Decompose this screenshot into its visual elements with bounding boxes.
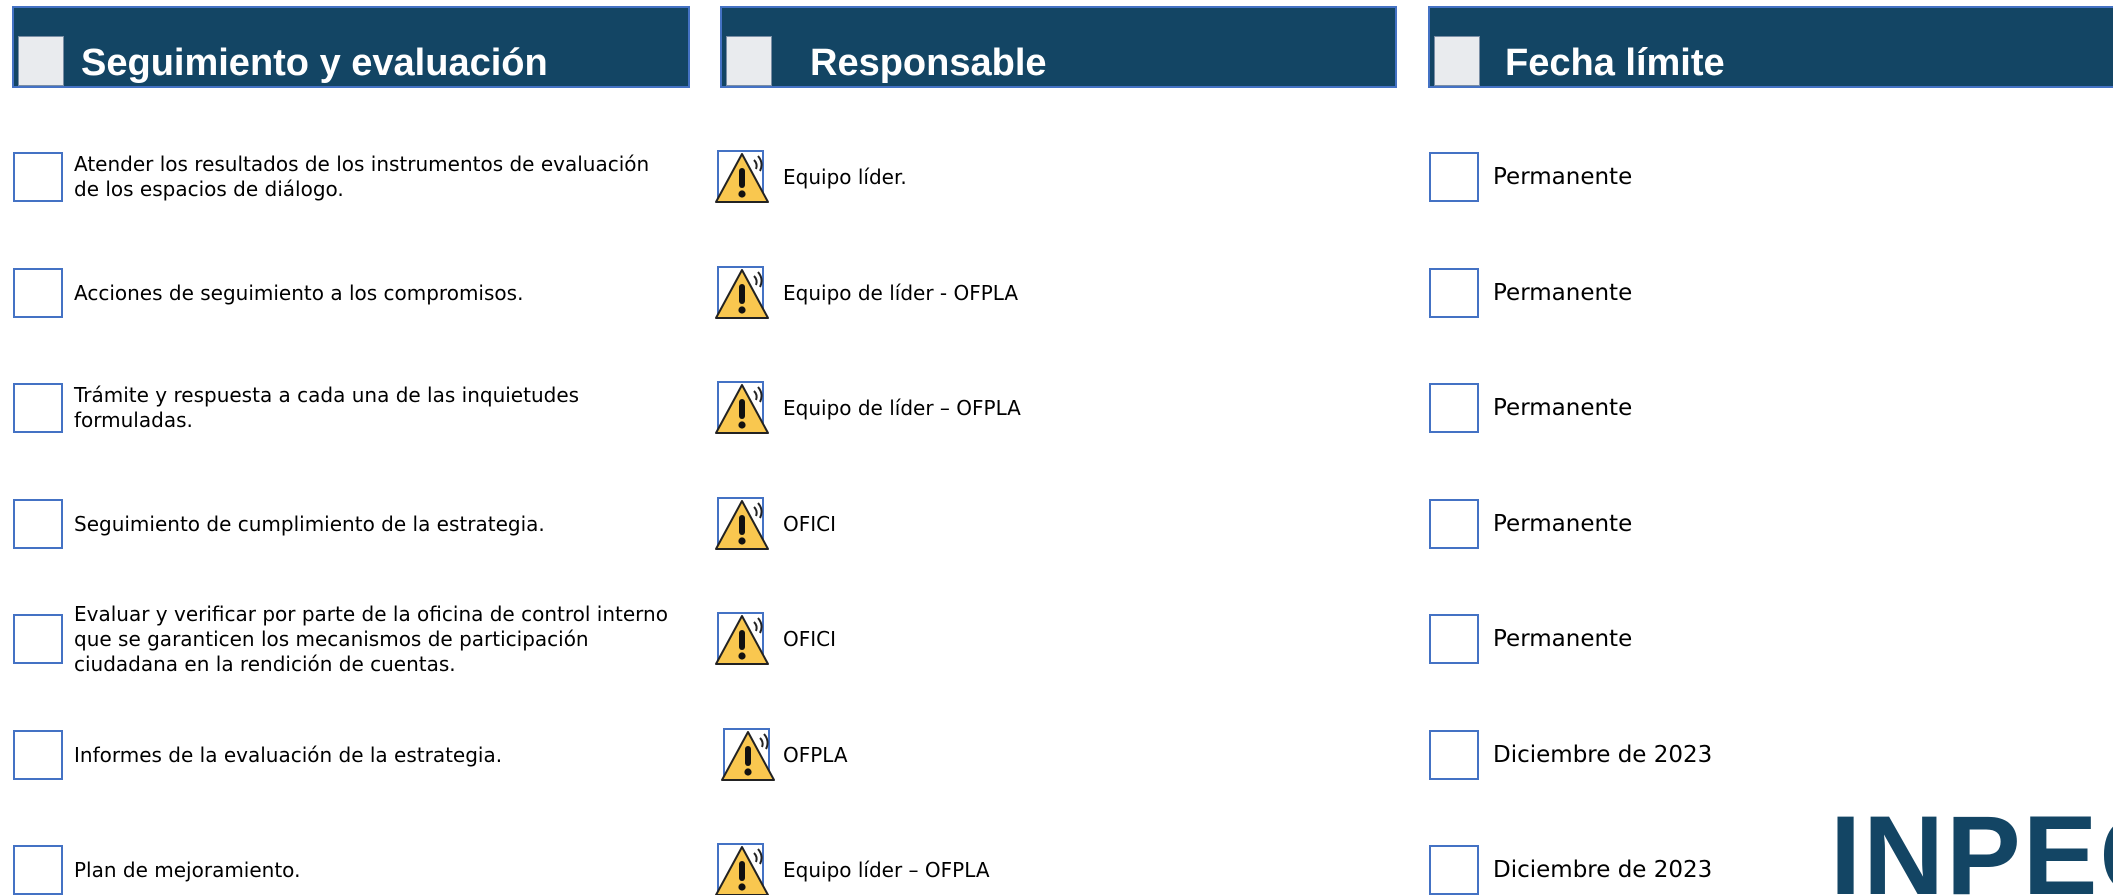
warning-icon — [712, 381, 772, 437]
deadline-checkbox[interactable] — [1429, 152, 1479, 202]
header-checkbox — [726, 36, 772, 86]
task-text: Atender los resultados de los instrument… — [74, 152, 650, 201]
responsible-text: OFPLA — [783, 743, 848, 767]
logo-text: INPEC — [1830, 800, 2113, 895]
deadline-checkbox[interactable] — [1429, 845, 1479, 895]
header-seguimiento: Seguimiento y evaluación — [12, 6, 690, 88]
warning-triangle-svg — [715, 500, 769, 550]
responsible-text: Equipo líder. — [783, 165, 907, 189]
header-fecha-limite: Fecha límite — [1428, 6, 2113, 88]
warning-triangle-svg — [721, 731, 775, 781]
deadline-text: Permanente — [1493, 280, 1633, 306]
task-text: Acciones de seguimiento a los compromiso… — [74, 281, 524, 305]
responsible-text: OFICI — [783, 512, 837, 536]
warning-triangle-svg — [715, 384, 769, 434]
task-checkbox[interactable] — [13, 730, 63, 780]
deadline-text: Permanente — [1493, 511, 1633, 537]
responsible-text: OFICI — [783, 627, 837, 651]
responsible-text: Equipo de líder – OFPLA — [783, 396, 1021, 420]
task-text: Seguimiento de cumplimiento de la estrat… — [74, 512, 545, 536]
deadline-text: Permanente — [1493, 164, 1633, 190]
deadline-text: Permanente — [1493, 626, 1633, 652]
warning-icon — [712, 150, 772, 206]
task-checkbox[interactable] — [13, 268, 63, 318]
task-checkbox[interactable] — [13, 152, 63, 202]
responsible-text: Equipo líder – OFPLA — [783, 858, 990, 882]
task-checkbox[interactable] — [13, 845, 63, 895]
deadline-checkbox[interactable] — [1429, 614, 1479, 664]
inpec-logo: INPEC — [1830, 800, 2113, 895]
header-responsable: Responsable — [720, 6, 1397, 88]
action-plan-slide: Seguimiento y evaluación Responsable Fec… — [0, 0, 2113, 895]
deadline-checkbox[interactable] — [1429, 383, 1479, 433]
deadline-checkbox[interactable] — [1429, 499, 1479, 549]
task-text: Trámite y respuesta a cada una de las in… — [74, 383, 580, 432]
warning-triangle-svg — [715, 153, 769, 203]
task-text: Informes de la evaluación de la estrateg… — [74, 743, 503, 767]
header-checkbox — [18, 36, 64, 86]
warning-icon — [712, 843, 772, 895]
header-title-tasks: Seguimiento y evaluación — [81, 42, 548, 84]
responsible-text: Equipo de líder - OFPLA — [783, 281, 1019, 305]
task-text: Evaluar y verificar por parte de la ofic… — [74, 602, 668, 676]
header-title-deadline: Fecha límite — [1505, 42, 1725, 84]
task-checkbox[interactable] — [13, 614, 63, 664]
task-checkbox[interactable] — [13, 383, 63, 433]
header-title-responsible: Responsable — [810, 42, 1047, 84]
warning-icon — [712, 497, 772, 553]
header-checkbox — [1434, 36, 1480, 86]
deadline-checkbox[interactable] — [1429, 268, 1479, 318]
warning-triangle-svg — [715, 615, 769, 665]
task-text: Plan de mejoramiento. — [74, 858, 301, 882]
deadline-text: Permanente — [1493, 395, 1633, 421]
deadline-text: Diciembre de 2023 — [1493, 742, 1713, 768]
warning-triangle-svg — [715, 846, 769, 895]
task-checkbox[interactable] — [13, 499, 63, 549]
warning-icon — [712, 612, 772, 668]
warning-icon — [712, 266, 772, 322]
warning-icon — [718, 728, 778, 784]
warning-triangle-svg — [715, 269, 769, 319]
deadline-checkbox[interactable] — [1429, 730, 1479, 780]
